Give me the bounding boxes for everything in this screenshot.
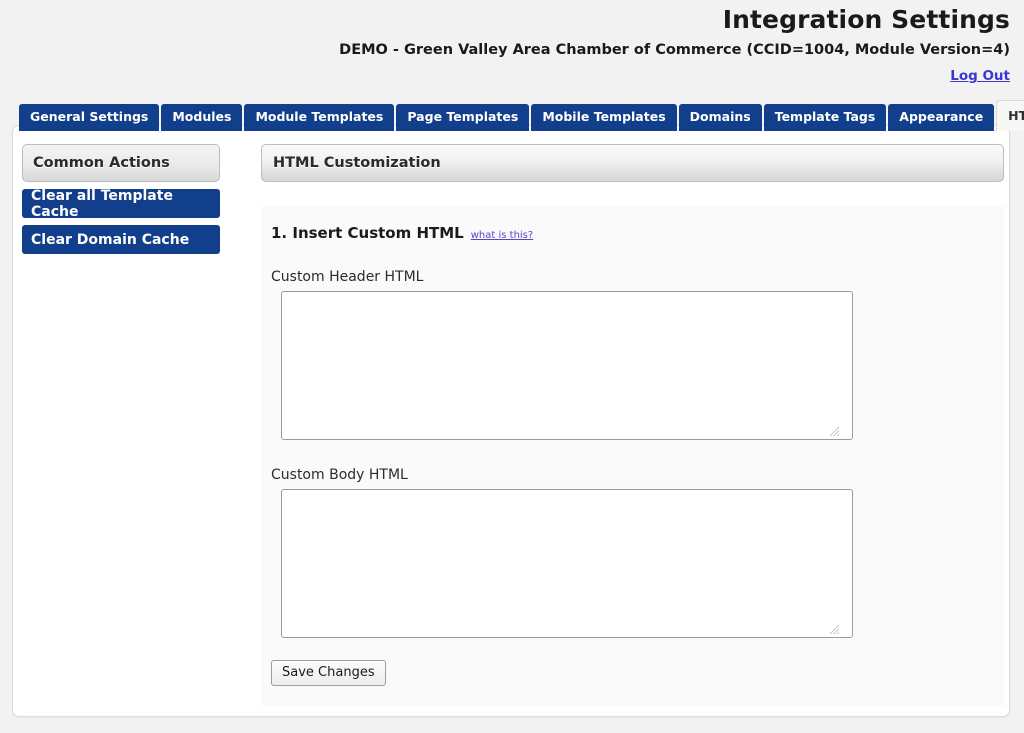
sidebar-header: Common Actions [22,144,220,182]
tab-module-templates[interactable]: Module Templates [244,104,395,131]
tab-bar: General Settings Modules Module Template… [19,100,1024,131]
sidebar: Common Actions Clear all Template Cache … [22,144,220,254]
tab-template-tags[interactable]: Template Tags [763,104,887,131]
logout-container: Log Out [0,65,1010,84]
tab-appearance[interactable]: Appearance [888,104,995,131]
save-changes-button[interactable]: Save Changes [271,660,386,686]
custom-header-html-input[interactable] [281,291,853,440]
what-is-this-link[interactable]: what is this? [471,230,533,241]
logout-link[interactable]: Log Out [950,68,1010,84]
tab-domains[interactable]: Domains [678,104,762,131]
tab-page-templates[interactable]: Page Templates [396,104,530,131]
custom-body-html-wrap [271,489,853,638]
section-heading: 1. Insert Custom HTML what is this? [271,224,1004,242]
custom-body-html-input[interactable] [281,489,853,638]
sidebar-item-label: Clear Domain Cache [31,231,190,248]
content-container: Common Actions Clear all Template Cache … [12,125,1010,717]
main-panel: HTML Customization 1. Insert Custom HTML… [261,144,1004,706]
tab-mobile-templates[interactable]: Mobile Templates [531,104,677,131]
sidebar-item-label: Clear all Template Cache [31,187,173,220]
sidebar-item-clear-all-template-cache[interactable]: Clear all Template Cache [22,187,220,220]
section-heading-label: 1. Insert Custom HTML [271,224,464,242]
custom-header-html-wrap [271,291,853,440]
page-header: Integration Settings DEMO - Green Valley… [0,0,1024,84]
tab-general-settings[interactable]: General Settings [19,104,160,131]
custom-body-html-label: Custom Body HTML [271,467,408,483]
panel-title: HTML Customization [261,144,1004,182]
tab-modules[interactable]: Modules [161,104,243,131]
account-subtitle: DEMO - Green Valley Area Chamber of Comm… [339,41,1010,58]
custom-header-html-label: Custom Header HTML [271,269,424,285]
page-title: Integration Settings [722,5,1010,34]
sidebar-item-clear-domain-cache[interactable]: Clear Domain Cache [22,225,220,254]
panel-body: 1. Insert Custom HTML what is this? Cust… [261,206,1004,706]
tab-html[interactable]: HTML [996,100,1024,131]
